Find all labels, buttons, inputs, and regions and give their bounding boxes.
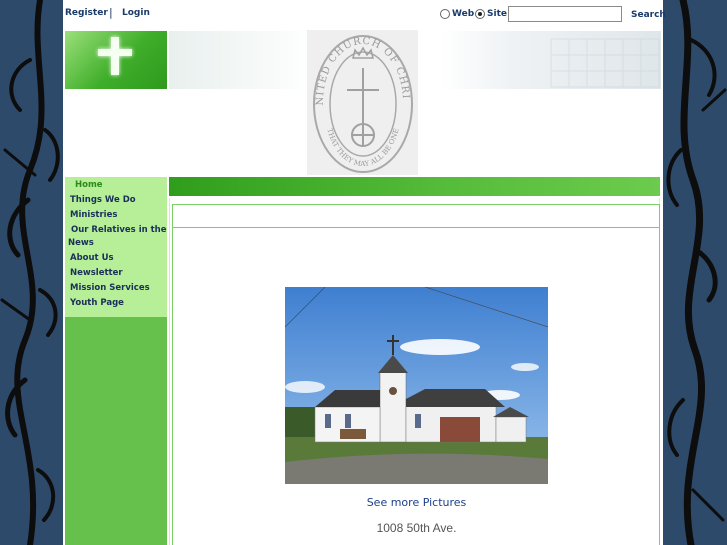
cross-icon-bar [98,49,132,56]
page-container: Register | Login Web Site Search NITED C… [63,0,666,545]
radio-web-label: Web [452,9,475,19]
sidebar-item-things-we-do[interactable]: Things We Do [65,193,167,208]
link-separator: | [109,6,113,19]
top-bar: Register | Login Web Site Search [63,0,666,28]
ucc-logo: UNITED CHURCH OF CHRIST THAT THEY MAY AL… [302,22,418,175]
sidebar-nav: Home Things We Do Ministries Our Relativ… [65,177,167,317]
content-title-bar [169,177,660,196]
church-photo [285,287,548,484]
decorative-vine-left [0,0,63,545]
sidebar-item-home[interactable]: Home [65,178,167,193]
sidebar-item-newsletter[interactable]: Newsletter [65,266,167,281]
login-link[interactable]: Login [122,8,150,18]
see-more-pictures-link[interactable]: See more Pictures [285,496,548,509]
sidebar: Home Things We Do Ministries Our Relativ… [65,177,167,545]
content-divider [173,227,659,228]
site-header: UNITED CHURCH OF CHRIST THAT THEY MAY AL… [63,22,663,176]
radio-web[interactable]: Web [440,9,474,19]
search-input[interactable] [508,6,622,22]
cross-banner [65,31,167,89]
decorative-vine-right [663,0,727,545]
radio-site-label: Site [487,9,507,19]
sidebar-item-mission-services[interactable]: Mission Services [65,281,167,296]
radio-site[interactable]: Site [475,9,507,19]
cross-icon [111,37,119,75]
ucc-emblem-icon: UNITED CHURCH OF CHRIST THAT THEY MAY AL… [302,22,413,173]
sidebar-item-about-us[interactable]: About Us [65,251,167,266]
sidebar-item-youth-page[interactable]: Youth Page [65,296,167,311]
search-button[interactable]: Search [631,10,666,20]
window-pane-graphic [550,38,660,88]
register-link[interactable]: Register [65,8,108,18]
radio-site-button[interactable] [475,9,485,19]
church-address: 1008 50th Ave. [376,521,457,535]
radio-web-button[interactable] [440,9,450,19]
sidebar-item-ministries[interactable]: Ministries [65,208,167,223]
sidebar-item-our-relatives[interactable]: Our Relatives in the News [65,223,167,251]
